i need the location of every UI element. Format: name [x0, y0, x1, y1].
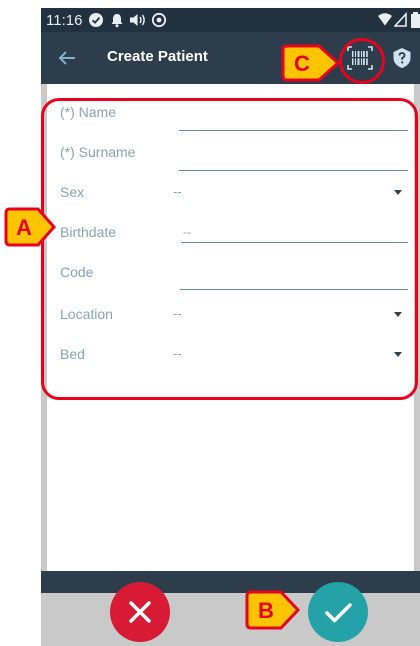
back-arrow-icon[interactable]: [55, 46, 79, 70]
screen-title: Create Patient: [107, 48, 208, 65]
sync-icon: [151, 12, 167, 28]
volume-icon: [130, 14, 145, 26]
help-icon[interactable]: [391, 47, 413, 69]
checkmark-icon: [325, 603, 352, 623]
confirm-button[interactable]: [308, 582, 368, 642]
callout-a-outline: [41, 98, 418, 400]
callout-b-letter: B: [258, 598, 274, 623]
battery-icon: [411, 12, 420, 28]
status-time: 11:16: [46, 12, 83, 29]
callout-a-letter: A: [16, 215, 32, 240]
signal-icon: [394, 12, 407, 27]
callout-c-marker: C: [281, 44, 341, 82]
callout-c-letter: C: [294, 51, 310, 76]
status-bar: 11:16: [41, 8, 420, 32]
callout-a-marker: A: [4, 207, 56, 247]
callout-b-marker: B: [245, 590, 301, 630]
cancel-button[interactable]: [110, 582, 170, 642]
callout-c-outline: [339, 38, 385, 84]
wifi-icon: [378, 13, 392, 26]
notification-bell-icon: [111, 14, 123, 28]
close-icon: [129, 601, 151, 623]
check-circle-icon: [89, 13, 103, 27]
